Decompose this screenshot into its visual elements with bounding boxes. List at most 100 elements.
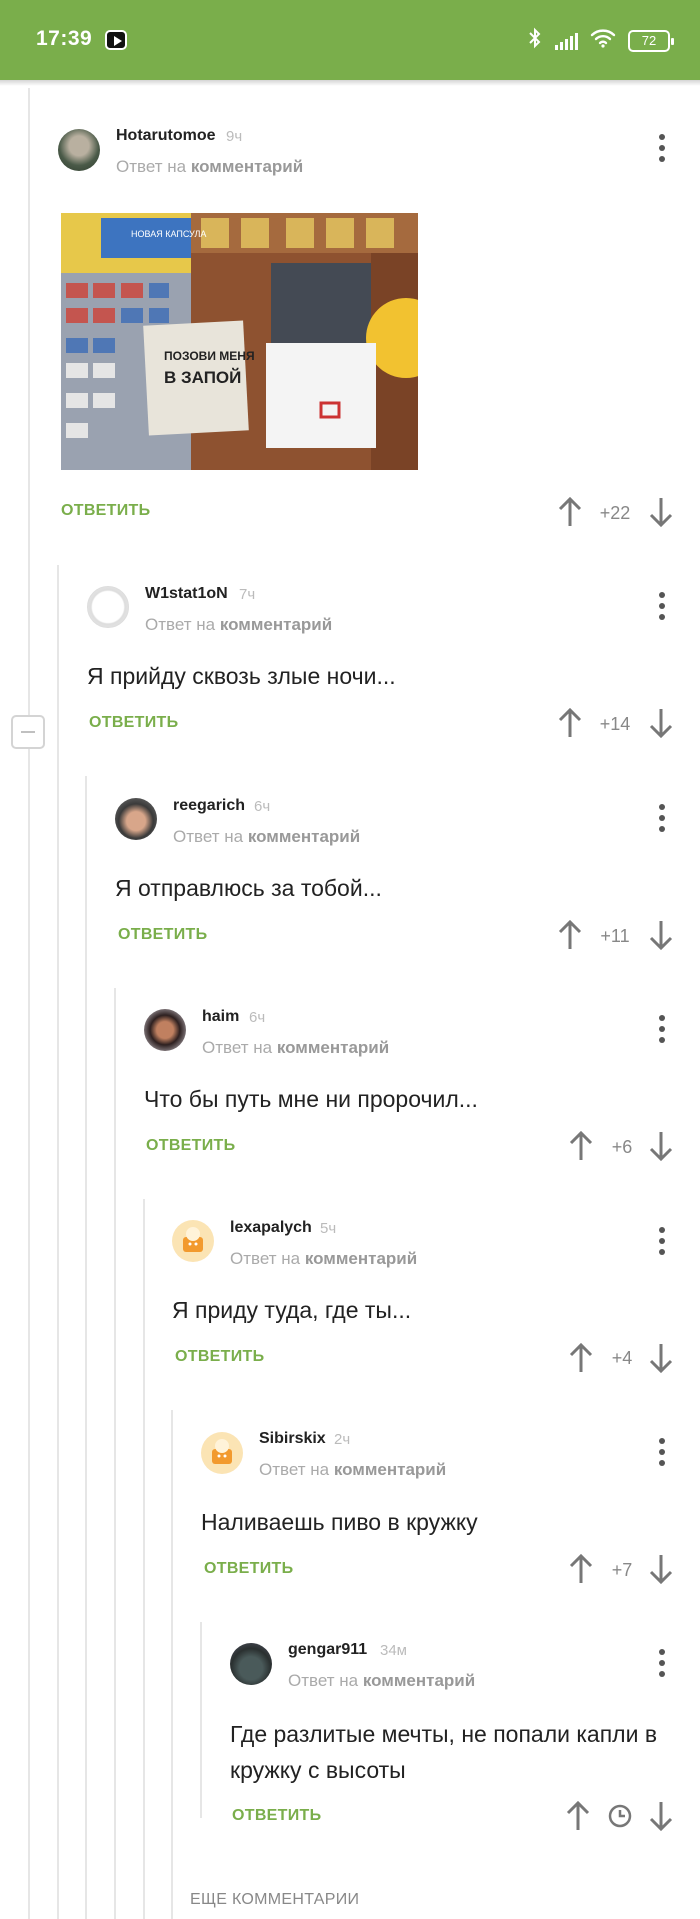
kebab-menu-icon[interactable]: [657, 804, 667, 834]
arrow-down-icon[interactable]: [648, 496, 674, 528]
reply-button[interactable]: ОТВЕТИТЬ: [204, 1560, 293, 1578]
arrow-up-icon[interactable]: [557, 919, 583, 951]
arrow-down-icon[interactable]: [648, 707, 674, 739]
kebab-menu-icon[interactable]: [657, 134, 667, 164]
reply-to: Ответ на комментарий: [230, 1249, 417, 1269]
avatar[interactable]: [201, 1432, 243, 1474]
wifi-icon: [590, 28, 616, 54]
comment-time: 5ч: [320, 1220, 337, 1237]
reply-target-link[interactable]: комментарий: [305, 1249, 417, 1268]
reply-to: Ответ на комментарий: [288, 1671, 475, 1691]
rating: +14: [599, 714, 631, 734]
reply-button[interactable]: ОТВЕТИТЬ: [89, 714, 178, 732]
reply-button[interactable]: ОТВЕТИТЬ: [232, 1807, 321, 1825]
rating: +11: [600, 926, 630, 946]
header-shadow: [0, 80, 700, 86]
reply-to: Ответ на комментарий: [173, 827, 360, 847]
author-name[interactable]: gengar911: [288, 1641, 367, 1659]
battery-icon: 72: [628, 30, 674, 52]
comment-text: Я прийду сквозь злые ночи...: [87, 663, 396, 689]
reply-button[interactable]: ОТВЕТИТЬ: [146, 1137, 235, 1155]
more-comments-button[interactable]: ЕЩЕ КОММЕНТАРИИ: [190, 1891, 359, 1909]
author-name[interactable]: haim: [202, 1008, 239, 1026]
reply-to: Ответ на комментарий: [116, 157, 303, 177]
arrow-up-icon[interactable]: [565, 1800, 591, 1832]
comment-time: 7ч: [239, 586, 256, 603]
comment-time: 9ч: [226, 128, 243, 145]
comment-text: Что бы путь мне ни пророчил...: [144, 1086, 478, 1112]
reply-target-link[interactable]: комментарий: [248, 827, 360, 846]
arrow-down-icon[interactable]: [648, 1553, 674, 1585]
reply-button[interactable]: ОТВЕТИТЬ: [175, 1348, 264, 1366]
arrow-down-icon[interactable]: [648, 1130, 674, 1162]
reply-to: Ответ на комментарий: [202, 1038, 389, 1058]
avatar[interactable]: [144, 1009, 186, 1051]
reply-prefix: Ответ на: [116, 157, 187, 176]
avatar[interactable]: [230, 1643, 272, 1685]
arrow-up-icon[interactable]: [557, 496, 583, 528]
comment-image[interactable]: ПОЗОВИ МЕНЯ В ЗАПОЙ НОВАЯ КАПСУЛА: [61, 213, 418, 470]
reply-prefix: Ответ на: [173, 827, 244, 846]
reply-prefix: Ответ на: [202, 1038, 273, 1057]
thread-line: [200, 1622, 202, 1818]
author-name[interactable]: lexapalych: [230, 1219, 312, 1237]
arrow-up-icon[interactable]: [568, 1553, 594, 1585]
reply-target-link[interactable]: комментарий: [191, 157, 303, 176]
status-time: 17:39: [36, 27, 93, 50]
thread-line: [57, 565, 59, 1919]
author-name[interactable]: W1stat1oN: [145, 585, 228, 603]
arrow-up-icon[interactable]: [557, 707, 583, 739]
arrow-up-icon[interactable]: [568, 1130, 594, 1162]
thread-line: [143, 1199, 145, 1919]
youtube-notification-icon: [105, 30, 127, 50]
author-name[interactable]: reegarich: [173, 797, 245, 815]
rating: +7: [611, 1560, 633, 1580]
reply-to: Ответ на комментарий: [145, 615, 332, 635]
comment-text: Я отправлюсь за тобой...: [115, 875, 382, 901]
reply-target-link[interactable]: комментарий: [334, 1460, 446, 1479]
arrow-down-icon[interactable]: [648, 1342, 674, 1374]
reply-prefix: Ответ на: [259, 1460, 330, 1479]
thread-line: [28, 88, 30, 1919]
bluetooth-icon: [527, 27, 543, 55]
avatar[interactable]: [115, 798, 157, 840]
shop-sign: НОВАЯ КАПСУЛА: [131, 229, 206, 239]
collapse-thread-button[interactable]: [11, 715, 45, 749]
rating: +22: [599, 503, 631, 523]
status-bar: 17:39 72: [0, 0, 700, 80]
reply-button[interactable]: ОТВЕТИТЬ: [118, 926, 207, 944]
comment-time: 6ч: [254, 798, 271, 815]
comment-text: Я приду туда, где ты...: [172, 1297, 412, 1323]
bag-print-line2: В ЗАПОЙ: [164, 368, 241, 387]
arrow-down-icon[interactable]: [648, 919, 674, 951]
rating: +4: [611, 1348, 633, 1368]
reply-prefix: Ответ на: [288, 1671, 359, 1690]
comment-time: 6ч: [249, 1009, 266, 1026]
bag-print-line1: ПОЗОВИ МЕНЯ: [164, 349, 255, 363]
thread-line: [85, 776, 87, 1919]
rating: +6: [611, 1137, 633, 1157]
author-name[interactable]: Hotarutomoe: [116, 127, 216, 145]
kebab-menu-icon[interactable]: [657, 592, 667, 622]
reply-target-link[interactable]: комментарий: [277, 1038, 389, 1057]
kebab-menu-icon[interactable]: [657, 1438, 667, 1468]
reply-target-link[interactable]: комментарий: [220, 615, 332, 634]
signal-icon: [555, 32, 578, 50]
kebab-menu-icon[interactable]: [657, 1015, 667, 1045]
reply-to: Ответ на комментарий: [259, 1460, 446, 1480]
comment-text: Наливаешь пиво в кружку: [201, 1509, 478, 1535]
arrow-down-icon[interactable]: [648, 1800, 674, 1832]
comment-text: Где разлитые мечты, не попали капли в кр…: [230, 1721, 658, 1783]
comment-time: 2ч: [334, 1431, 351, 1448]
kebab-menu-icon[interactable]: [657, 1649, 667, 1679]
reply-target-link[interactable]: комментарий: [363, 1671, 475, 1690]
avatar[interactable]: [87, 586, 129, 628]
kebab-menu-icon[interactable]: [657, 1227, 667, 1257]
thread-line: [114, 988, 116, 1919]
arrow-up-icon[interactable]: [568, 1342, 594, 1374]
avatar[interactable]: [58, 129, 100, 171]
clock-icon: [607, 1800, 633, 1832]
reply-button[interactable]: ОТВЕТИТЬ: [61, 502, 150, 520]
author-name[interactable]: Sibirskix: [259, 1430, 326, 1448]
avatar[interactable]: [172, 1220, 214, 1262]
